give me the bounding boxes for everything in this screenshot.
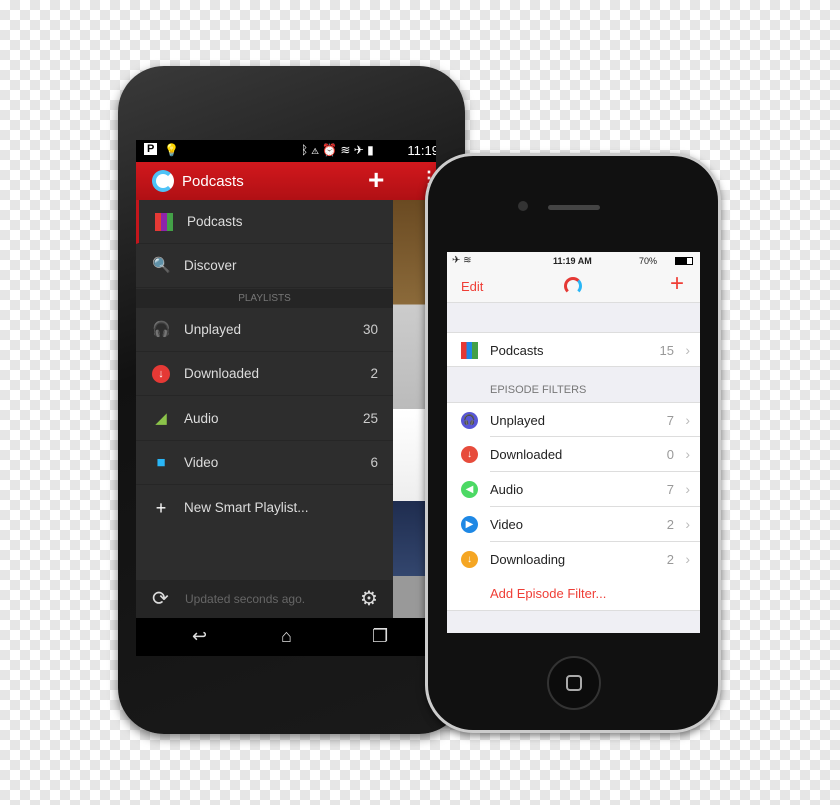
- bulb-icon: 💡: [164, 143, 179, 157]
- row-count: 2: [666, 552, 674, 567]
- settings-gear-icon[interactable]: ⚙: [360, 586, 378, 611]
- row-label: Audio: [490, 482, 524, 497]
- chevron-right-icon: ›: [685, 412, 690, 428]
- new-playlist-label: New Smart Playlist...: [184, 500, 309, 515]
- ios-header: ✈ ≋ 11:19 AM 70% Edit +: [447, 252, 700, 303]
- camera: [518, 201, 528, 211]
- airplane-wifi-icons: ✈ ≋: [452, 255, 472, 266]
- app-title: Podcasts: [182, 173, 244, 190]
- drawer-item-label: Podcasts: [187, 214, 243, 229]
- discover-magnifier-icon: 🔍: [152, 257, 171, 274]
- pocketcasts-notification-icon: P: [144, 143, 158, 155]
- add-podcast-button[interactable]: +: [368, 164, 384, 196]
- download-icon: ↓: [152, 365, 170, 383]
- podcasts-row[interactable]: Podcasts 15 ›: [447, 332, 700, 367]
- plus-icon: +: [155, 498, 167, 518]
- new-smart-playlist-button[interactable]: + New Smart Playlist...: [136, 486, 393, 530]
- filter-icon: ↓: [461, 551, 478, 568]
- filter-row-audio[interactable]: ◀ Audio 7 ›: [447, 472, 700, 507]
- action-bar: Podcasts + ⋮: [136, 162, 436, 200]
- podcasts-grid-icon: [461, 342, 478, 359]
- row-count: 0: [666, 447, 674, 462]
- playlist-count: 30: [362, 322, 378, 337]
- chevron-right-icon: ›: [685, 446, 690, 462]
- audio-icon: ◢: [155, 410, 167, 427]
- chevron-right-icon: ›: [685, 342, 690, 358]
- filter-row-downloading[interactable]: ↓ Downloading 2 ›: [447, 542, 700, 577]
- drawer-footer: ⟳ Updated seconds ago. ⚙: [136, 580, 393, 618]
- battery-icon: [675, 257, 693, 265]
- row-count: 7: [666, 482, 674, 497]
- filter-icon: ▶: [461, 516, 478, 533]
- filter-icon: ◀: [461, 481, 478, 498]
- playlist-count: 2: [370, 366, 378, 381]
- back-icon[interactable]: ↩: [192, 626, 207, 647]
- add-episode-filter-button[interactable]: Add Episode Filter...: [447, 576, 700, 611]
- add-filter-label: Add Episode Filter...: [490, 586, 607, 601]
- drawer-item-label: Discover: [184, 258, 237, 273]
- filter-icon: ↓: [461, 446, 478, 463]
- playlist-count: 25: [362, 411, 378, 426]
- playlists-header: PLAYLISTS: [136, 289, 393, 308]
- playlist-label: Audio: [184, 411, 219, 426]
- playlist-video[interactable]: ■ Video 6: [136, 441, 393, 485]
- status-icons: ᛒ ⚠ ⏰ ≋ ✈ ▮: [301, 143, 374, 157]
- home-button[interactable]: [547, 656, 601, 710]
- drawer-item-podcasts[interactable]: Podcasts: [136, 200, 393, 244]
- recents-icon[interactable]: ❐: [372, 626, 388, 647]
- chevron-right-icon: ›: [685, 551, 690, 567]
- chevron-right-icon: ›: [685, 481, 690, 497]
- playlist-count: 6: [370, 455, 378, 470]
- row-count: 7: [666, 413, 674, 428]
- playlist-label: Downloaded: [184, 366, 260, 381]
- filter-row-video[interactable]: ▶ Video 2 ›: [447, 507, 700, 542]
- playlist-unplayed[interactable]: 🎧 Unplayed 30: [136, 308, 393, 352]
- row-label: Podcasts: [490, 343, 544, 358]
- filter-icon: 🎧: [461, 412, 478, 429]
- chevron-right-icon: ›: [685, 516, 690, 532]
- app-logo-icon[interactable]: [152, 170, 174, 192]
- edit-button[interactable]: Edit: [461, 279, 483, 294]
- speaker: [548, 205, 600, 210]
- row-label: Downloading: [490, 552, 566, 567]
- row-count: 2: [666, 517, 674, 532]
- row-label: Video: [490, 517, 524, 532]
- app-logo-icon: [564, 277, 582, 295]
- playlist-audio[interactable]: ◢ Audio 25: [136, 397, 393, 441]
- episode-filters-header: EPISODE FILTERS: [490, 384, 587, 396]
- row-count: 15: [659, 343, 674, 358]
- playlist-downloaded[interactable]: ↓ Downloaded 2: [136, 352, 393, 396]
- filter-row-unplayed[interactable]: 🎧 Unplayed 7 ›: [447, 402, 700, 437]
- battery-level: 70%: [639, 256, 658, 266]
- android-status-bar: P 💡 ᛒ ⚠ ⏰ ≋ ✈ ▮ 11:19: [136, 140, 436, 162]
- navigation-drawer: Podcasts 🔍 Discover PLAYLISTS 🎧 Unplayed…: [136, 200, 393, 618]
- android-screen: P 💡 ᛒ ⚠ ⏰ ≋ ✈ ▮ 11:19 Podcasts + ⋮ Podca…: [136, 140, 436, 656]
- refresh-icon[interactable]: ⟳: [152, 586, 169, 611]
- add-button[interactable]: +: [670, 270, 684, 298]
- headphones-icon: 🎧: [152, 321, 171, 338]
- filter-row-downloaded[interactable]: ↓ Downloaded 0 ›: [447, 437, 700, 472]
- row-label: Unplayed: [490, 413, 545, 428]
- podcasts-grid-icon: [155, 213, 173, 231]
- row-label: Downloaded: [490, 447, 563, 462]
- update-status: Updated seconds ago.: [185, 592, 306, 606]
- drawer-item-discover[interactable]: 🔍 Discover: [136, 244, 393, 288]
- iphone-screen: ✈ ≋ 11:19 AM 70% Edit + Podcasts 15 › EPI…: [447, 252, 700, 633]
- android-clock: 11:19: [407, 143, 436, 158]
- playlist-label: Video: [184, 455, 219, 470]
- ios-clock: 11:19 AM: [553, 256, 592, 266]
- video-icon: ■: [156, 454, 166, 471]
- android-nav-bar: ↩ ⌂ ❐: [136, 618, 436, 656]
- playlist-label: Unplayed: [184, 322, 242, 337]
- home-icon[interactable]: ⌂: [281, 626, 292, 647]
